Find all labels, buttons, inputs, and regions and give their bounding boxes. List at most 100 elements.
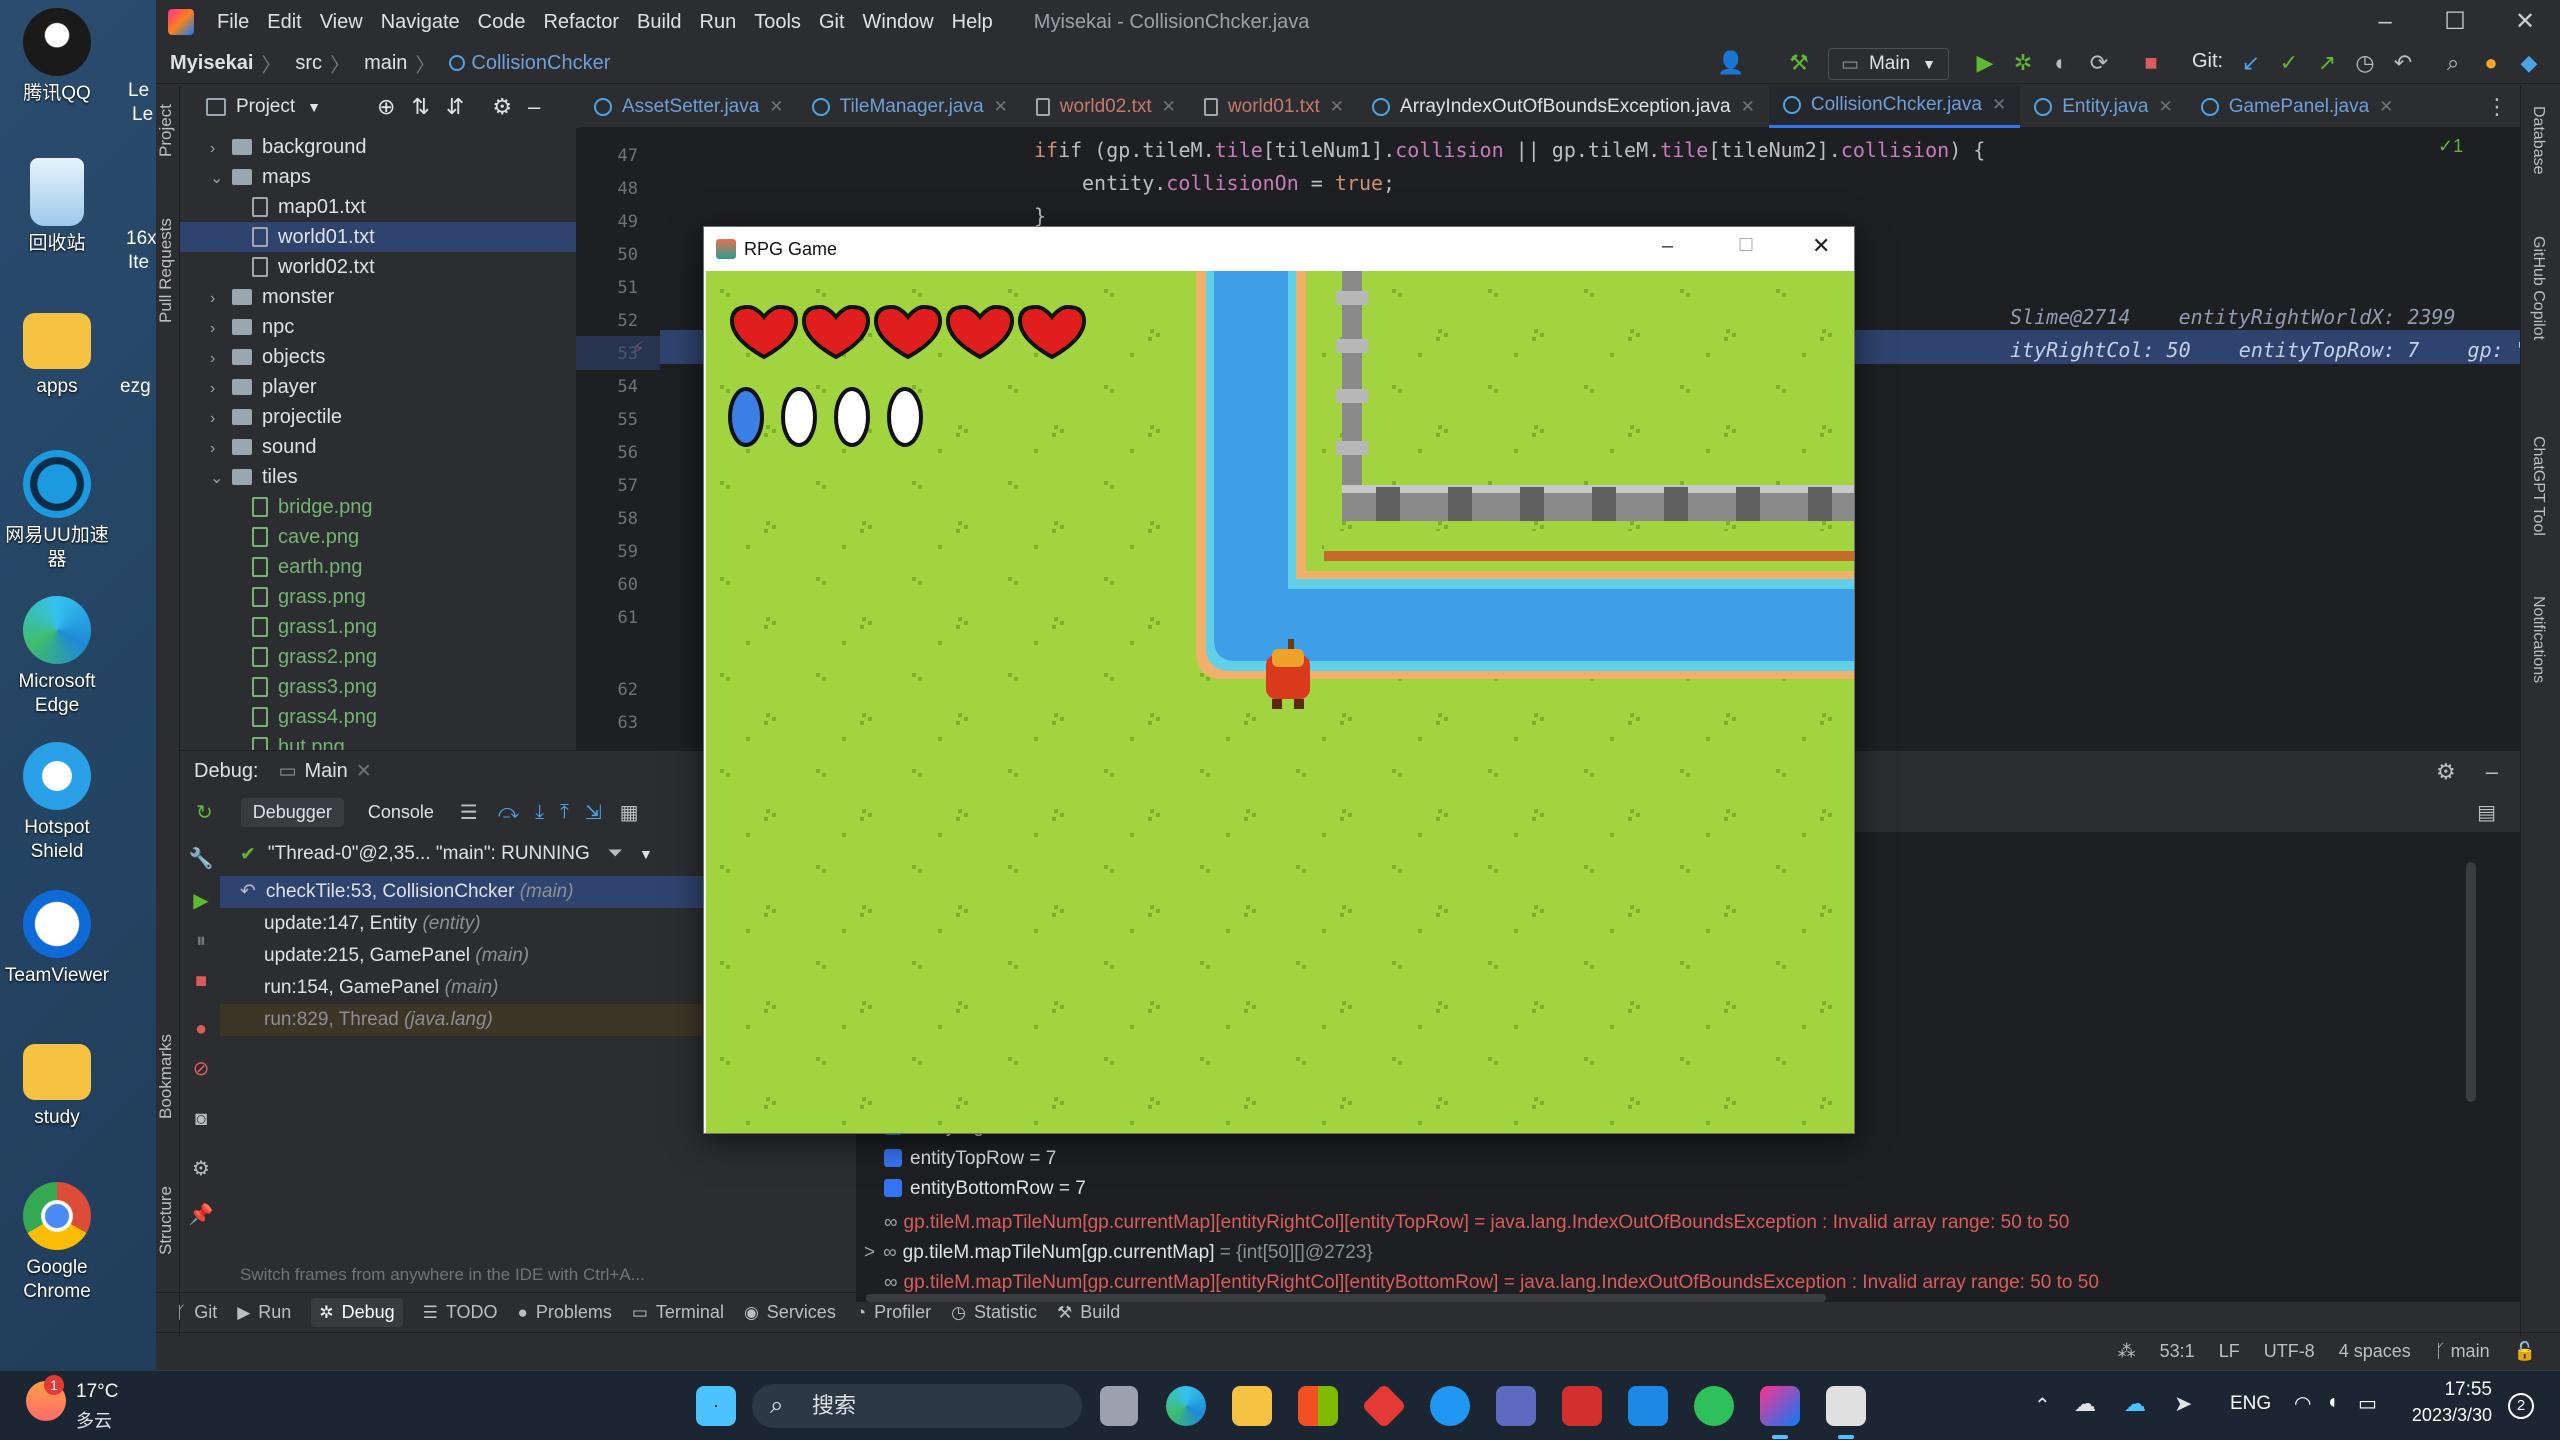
menu-file[interactable]: File (208, 0, 258, 44)
run-icon[interactable]: ▶ (1970, 48, 2000, 78)
rollback-icon[interactable]: ↶ (2388, 48, 2418, 78)
collapse-all-icon[interactable]: ⇵ (446, 94, 464, 120)
tree-item[interactable]: hut.png (180, 732, 600, 750)
close-tab-icon[interactable]: ✕ (1992, 95, 2006, 115)
more-tabs-icon[interactable]: ⋮ (2486, 94, 2508, 120)
rerun-icon[interactable]: ↻ (196, 800, 213, 825)
tree-item[interactable]: grass4.png (180, 702, 600, 732)
chevron-right-icon[interactable]: > (864, 1242, 875, 1263)
app-taskbar-icon[interactable] (1361, 1383, 1407, 1429)
bookmarks-tool-tab[interactable]: Bookmarks (156, 1026, 180, 1126)
evaluate-icon[interactable]: ▦ (620, 800, 639, 825)
indent-setting[interactable]: 4 spaces (2339, 1341, 2411, 1362)
pin-icon[interactable]: 📌 (188, 1202, 214, 1228)
chevron-down-icon[interactable]: ⌄ (210, 164, 232, 194)
task-view-icon[interactable] (1100, 1386, 1138, 1426)
minimize-button[interactable]: – (2350, 0, 2420, 44)
weather-temp[interactable]: 17°C (76, 1381, 118, 1403)
close-tab-icon[interactable]: ✕ (1330, 97, 1344, 117)
menu-build[interactable]: Build (628, 0, 690, 44)
menu-code[interactable]: Code (469, 0, 535, 44)
onedrive-icon[interactable]: ☁ (2124, 1391, 2146, 1417)
chevron-right-icon[interactable]: › (210, 404, 232, 434)
clock-time[interactable]: 17:55 (2392, 1379, 2492, 1401)
debugger-tab[interactable]: Debugger (240, 797, 344, 827)
copilot-taskbar-icon[interactable] (1496, 1386, 1536, 1426)
close-tab-icon[interactable]: ✕ (2379, 97, 2393, 117)
menu-window[interactable]: Window (854, 0, 943, 44)
breakpoints-icon[interactable]: ● (188, 1016, 214, 1042)
tree-item[interactable]: › player (180, 372, 600, 402)
desktop-icon-hotspot[interactable]: Hotspot Shield (0, 742, 114, 864)
variables-scrollbar[interactable] (2466, 862, 2476, 1102)
breadcrumb-class[interactable]: CollisionChcker (449, 52, 610, 75)
close-tab-icon[interactable]: ✕ (1162, 97, 1176, 117)
chevron-up-icon[interactable]: ⌃ (2034, 1393, 2051, 1418)
resume-icon[interactable]: ▶ (188, 888, 214, 914)
copilot-icon[interactable]: ◆ (2514, 48, 2544, 78)
menu-run[interactable]: Run (691, 0, 746, 44)
breadcrumb-main[interactable]: main (364, 52, 407, 75)
start-icon[interactable] (696, 1386, 736, 1426)
chevron-right-icon[interactable]: › (210, 344, 232, 374)
tree-item[interactable]: grass3.png (180, 672, 600, 702)
run-config-select[interactable]: ▭ Main ▼ (1828, 48, 1949, 80)
close-tab-icon[interactable]: ✕ (769, 97, 783, 117)
mute-breakpoints-icon[interactable]: ⊘ (188, 1056, 214, 1082)
step-over-icon[interactable]: ⤼ (498, 801, 519, 824)
chevron-right-icon[interactable]: › (210, 284, 232, 314)
editor-tab[interactable]: ArrayIndexOutOfBoundsException.java ✕ (1358, 86, 1769, 128)
background-tasks-icon[interactable]: ⁂ (2118, 1341, 2136, 1362)
wifi-icon[interactable]: ◠ (2294, 1391, 2311, 1416)
hide-icon[interactable]: – (2486, 759, 2498, 785)
explorer-taskbar-icon[interactable] (1232, 1386, 1272, 1426)
project-panel-title[interactable]: Project (236, 96, 295, 118)
tree-item[interactable]: › npc (180, 312, 600, 342)
breadcrumb-src[interactable]: src (295, 52, 322, 75)
close-tab-icon[interactable]: ✕ (356, 760, 372, 783)
tree-item[interactable]: bridge.png (180, 492, 600, 522)
bottom-tool-problems[interactable]: ● Problems (518, 1302, 612, 1323)
help-taskbar-icon[interactable] (1430, 1386, 1470, 1426)
chatgpt-tool-tab[interactable]: ChatGPT Tool (2529, 436, 2547, 536)
editor-tab[interactable]: CollisionChcker.java ✕ (1768, 85, 2021, 128)
chevron-right-icon[interactable]: › (210, 134, 232, 164)
stop-icon[interactable]: ■ (2136, 48, 2166, 78)
bottom-tool-statistic[interactable]: ◷ Statistic (951, 1302, 1037, 1323)
send-icon[interactable]: ➤ (2174, 1391, 2192, 1417)
desktop-icon-chrome[interactable]: Google Chrome (0, 1182, 114, 1304)
desktop-icon-study[interactable]: study (0, 1036, 114, 1130)
pull-requests-tool-tab[interactable]: Pull Requests (156, 206, 180, 336)
desktop-icon-uu[interactable]: 网易UU加速器 (0, 450, 114, 572)
close-tab-icon[interactable]: ✕ (2158, 97, 2172, 117)
tree-item[interactable]: › sound (180, 432, 600, 462)
menu-refactor[interactable]: Refactor (534, 0, 628, 44)
breadcrumb-project[interactable]: Myisekai (170, 52, 253, 75)
desktop-icon-recycle-bin[interactable]: 回收站 (0, 158, 114, 256)
variable-row[interactable]: ∞ gp.tileM.mapTileNum[gp.currentMap][enti… (884, 1208, 2069, 1238)
database-tool-tab[interactable]: Database (2529, 106, 2547, 175)
project-tool-tab[interactable]: Project (156, 96, 180, 166)
updates-icon[interactable]: ● (2476, 48, 2506, 78)
chevron-down-icon[interactable]: ⌄ (210, 464, 232, 494)
lock-icon[interactable]: 🔓 (2514, 1341, 2536, 1362)
chevron-right-icon[interactable]: › (210, 434, 232, 464)
tree-item[interactable]: › projectile (180, 402, 600, 432)
layout-icon[interactable]: ☰ (460, 800, 478, 825)
github-copilot-tool-tab[interactable]: GitHub Copilot (2529, 236, 2547, 340)
chevron-right-icon[interactable]: › (210, 374, 232, 404)
restore-layout-icon[interactable]: ▤ (2477, 800, 2496, 825)
menu-edit[interactable]: Edit (258, 0, 310, 44)
chevron-right-icon[interactable]: › (210, 314, 232, 344)
intellij-taskbar-icon[interactable] (1760, 1386, 1800, 1426)
editor-tab[interactable]: world01.txt ✕ (1190, 86, 1358, 128)
file-encoding[interactable]: UTF-8 (2264, 1341, 2315, 1362)
bottom-tool-build[interactable]: ⚒ Build (1057, 1302, 1120, 1323)
filter-icon[interactable]: ⏷ (608, 843, 623, 865)
chevron-down-icon[interactable]: ▼ (307, 99, 321, 115)
tree-item[interactable]: › background (180, 132, 600, 162)
debug-session-tab[interactable]: Main (304, 760, 347, 783)
shield-taskbar-icon[interactable] (1628, 1386, 1668, 1426)
game-canvas[interactable] (706, 271, 1854, 1133)
bottom-tool-git[interactable]: ᚴ Git (176, 1302, 217, 1323)
